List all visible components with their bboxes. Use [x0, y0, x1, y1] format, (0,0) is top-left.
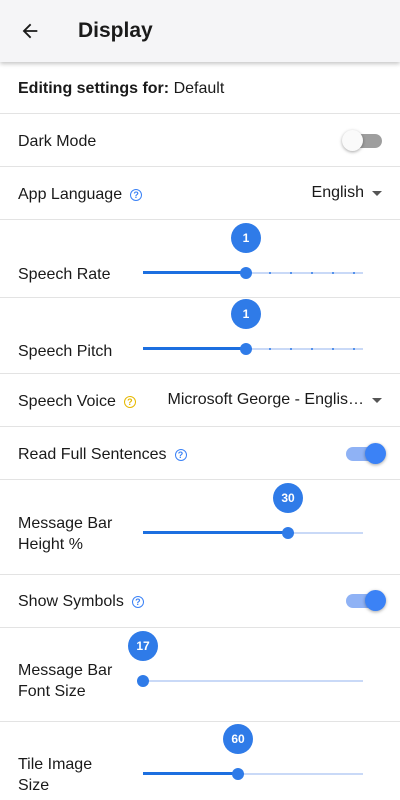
help-icon[interactable]: ?: [123, 396, 136, 408]
slider-thumb[interactable]: [137, 675, 149, 687]
message-bar-height-label: Message Bar Height %: [18, 515, 113, 553]
caret-down-icon: [372, 190, 382, 196]
speech-pitch-label: Speech Pitch: [18, 343, 113, 360]
app-language-dropdown[interactable]: English: [312, 184, 382, 202]
slider-thumb[interactable]: [240, 343, 252, 355]
app-language-label: App Language?: [18, 184, 143, 205]
editing-settings-label: Editing settings for: Default: [18, 78, 224, 99]
editing-prefix: Editing settings for:: [18, 80, 170, 97]
slider-tick: [353, 272, 355, 274]
help-icon[interactable]: ?: [131, 596, 144, 608]
slider-tick: [311, 348, 313, 350]
dark-mode-toggle[interactable]: [342, 130, 382, 151]
message-bar-font-size-label: Message Bar Font Size: [18, 662, 113, 700]
speech-voice-dropdown[interactable]: Microsoft George - Englis…: [167, 391, 382, 409]
slider-tick: [311, 272, 313, 274]
caret-down-icon: [372, 397, 382, 403]
message-bar-font-size-row: Message Bar Font Size 17: [0, 628, 400, 722]
message-bar-height-slider[interactable]: 30: [143, 483, 363, 545]
slider-tick: [332, 348, 334, 350]
dark-mode-row[interactable]: Dark Mode: [0, 114, 400, 167]
slider-value-bubble: 1: [231, 299, 261, 329]
read-full-sentences-toggle[interactable]: [346, 443, 386, 464]
slider-value-bubble: 17: [128, 631, 158, 661]
tile-image-size-label: Tile Image Size: [18, 756, 93, 794]
tile-image-size-row: Tile Image Size 60: [0, 722, 400, 800]
message-bar-font-size-slider[interactable]: 17: [128, 631, 363, 693]
slider-thumb[interactable]: [282, 527, 294, 539]
back-button[interactable]: [0, 0, 60, 62]
dark-mode-label: Dark Mode: [18, 133, 97, 150]
speech-rate-row: Speech Rate 1: [0, 220, 400, 298]
slider-tick: [269, 348, 271, 350]
message-bar-height-row: Message Bar Height % 30: [0, 480, 400, 575]
speech-voice-label: Speech Voice?: [18, 391, 136, 412]
page-title: Display: [78, 19, 153, 42]
slider-tick: [269, 272, 271, 274]
arrow-left-icon: [22, 23, 38, 39]
show-symbols-toggle[interactable]: [346, 590, 386, 611]
app-language-value: English: [311, 184, 364, 201]
app-bar: Display: [0, 0, 400, 62]
slider-value-bubble: 60: [223, 724, 253, 754]
tile-image-size-slider[interactable]: 60: [143, 724, 363, 786]
speech-pitch-slider[interactable]: 1: [143, 299, 363, 361]
slider-tick: [290, 348, 292, 350]
slider-thumb[interactable]: [240, 267, 252, 279]
slider-thumb[interactable]: [232, 768, 244, 780]
app-language-row: App Language? English: [0, 167, 400, 220]
read-full-sentences-label: Read Full Sentences?: [18, 444, 187, 465]
help-icon[interactable]: ?: [130, 189, 143, 201]
editing-settings-row: Editing settings for: Default: [0, 62, 400, 114]
speech-pitch-row: Speech Pitch 1: [0, 298, 400, 374]
slider-tick: [290, 272, 292, 274]
speech-voice-value: Microsoft George - Englis…: [167, 391, 364, 408]
slider-value-bubble: 1: [231, 223, 261, 253]
show-symbols-row[interactable]: Show Symbols?: [0, 575, 400, 628]
speech-voice-row: Speech Voice? Microsoft George - Englis…: [0, 374, 400, 427]
speech-rate-slider[interactable]: 1: [143, 223, 363, 285]
slider-tick: [332, 272, 334, 274]
show-symbols-label: Show Symbols?: [18, 591, 144, 612]
slider-value-bubble: 30: [273, 483, 303, 513]
editing-value: Default: [173, 80, 225, 97]
help-icon[interactable]: ?: [174, 449, 187, 461]
slider-tick: [353, 348, 355, 350]
read-full-sentences-row[interactable]: Read Full Sentences?: [0, 427, 400, 480]
speech-rate-label: Speech Rate: [18, 266, 111, 283]
